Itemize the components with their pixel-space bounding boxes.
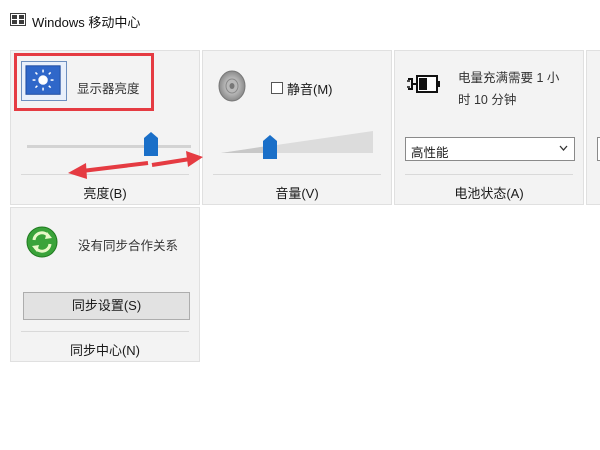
sync-settings-button[interactable]: 同步设置(S) (23, 292, 190, 320)
mobility-center-icon (10, 13, 26, 26)
brightness-slider-track[interactable] (27, 145, 191, 148)
divider (21, 174, 189, 175)
divider (405, 174, 573, 175)
title-bar: Windows 移动中心 (0, 0, 600, 40)
brightness-slider-thumb[interactable] (144, 132, 158, 156)
sync-tile: 没有同步合作关系 同步设置(S) 同步中心(N) (10, 207, 200, 362)
power-plan-select[interactable]: 高性能 (405, 137, 575, 161)
volume-footer: 音量(V) (275, 186, 319, 201)
battery-status-line: 电量充满需要 1 小 (458, 71, 560, 85)
battery-plug-icon[interactable] (407, 73, 441, 95)
mute-label[interactable]: 静音(M) (287, 79, 333, 98)
window-title: Windows 移动中心 (32, 15, 141, 30)
display-brightness-button[interactable] (21, 61, 67, 101)
divider (213, 174, 381, 175)
partial-tile (586, 50, 600, 205)
display-brightness-icon (25, 65, 61, 95)
brightness-footer: 亮度(B) (83, 186, 127, 201)
speaker-icon[interactable] (215, 69, 249, 103)
mute-checkbox[interactable] (271, 82, 283, 94)
brightness-tile: 显示器亮度 亮度(B) (10, 50, 200, 205)
battery-status-line: 时 10 分钟 (458, 93, 517, 107)
divider (21, 331, 189, 332)
sync-status-label: 没有同步合作关系 (78, 239, 179, 253)
battery-tile: 电量充满需要 1 小 时 10 分钟 高性能 电池状态(A) (394, 50, 584, 205)
brightness-label: 显示器亮度 (77, 82, 140, 96)
sync-footer: 同步中心(N) (69, 343, 141, 358)
volume-slider-thumb[interactable] (263, 135, 277, 159)
volume-slider-track[interactable] (221, 129, 373, 155)
battery-status: 电量充满需要 1 小 时 10 分钟 (458, 67, 580, 111)
power-plan-value: 高性能 (411, 146, 449, 160)
volume-tile: 静音(M) 音量(V) (202, 50, 392, 205)
sync-icon[interactable] (25, 225, 59, 259)
battery-footer: 电池状态(A) (454, 186, 524, 201)
chevron-down-icon (559, 145, 568, 151)
